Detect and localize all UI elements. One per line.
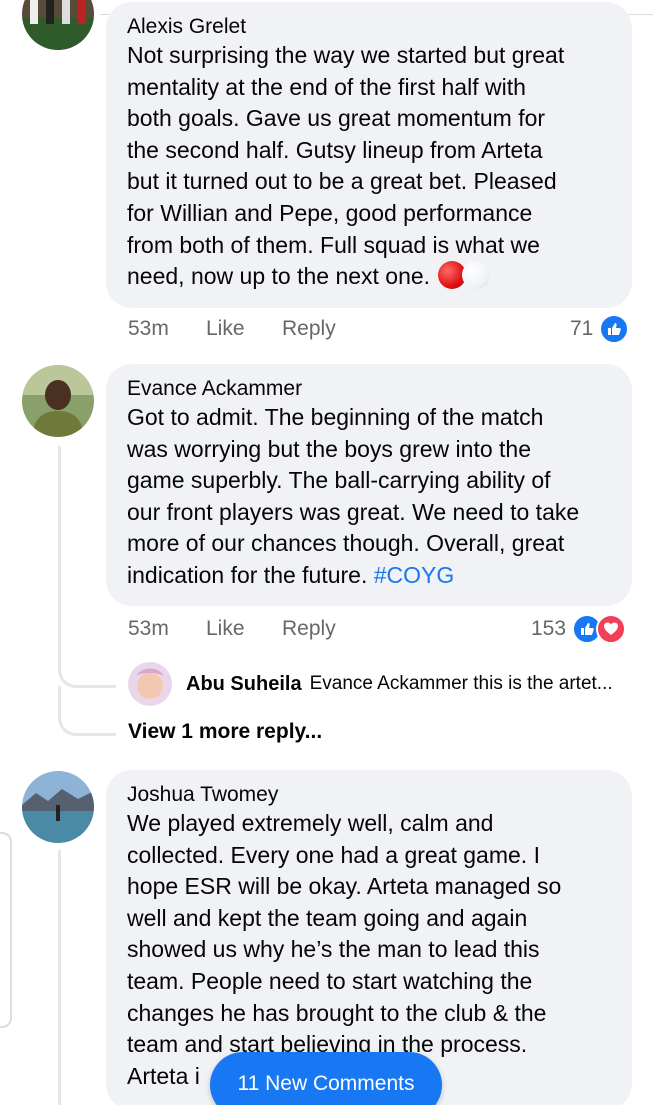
comment-line: Got to admit. The beginning of the match xyxy=(127,404,544,430)
reply-author[interactable]: Abu Suheila xyxy=(186,673,302,696)
comment-line: our front players was great. We need to … xyxy=(127,498,580,525)
avatar-abu-suheila[interactable] xyxy=(128,662,172,706)
avatar-image xyxy=(128,662,172,706)
comment-line: both goals. Gave us great momentum for xyxy=(127,105,546,132)
thread-connector-elbow xyxy=(58,660,116,688)
comment-line-text: indication for the future. xyxy=(127,561,368,588)
thread-connector-elbow xyxy=(58,686,116,736)
reaction-count: 153 xyxy=(531,617,567,640)
reply-button[interactable]: Reply xyxy=(282,316,336,342)
comment-line: for Willian and Pepe, good performance xyxy=(127,199,533,226)
avatar-image xyxy=(22,365,94,437)
comment-text: Got to admit. The beginning of the match… xyxy=(127,402,612,592)
comment-line: was worrying but the boys grew into the xyxy=(127,435,531,462)
avatar-image xyxy=(22,771,94,843)
comment-line: changes he has brought to the club & the xyxy=(127,999,547,1026)
comment-line: need, now up to the next one. xyxy=(127,261,612,293)
comment-line: showed us why he’s the man to lead this xyxy=(127,936,540,963)
comment-line: hope ESR will be okay. Arteta managed so xyxy=(127,873,562,900)
like-reaction-icon xyxy=(599,314,630,344)
thread-connector xyxy=(58,850,61,1105)
comment-author[interactable]: Alexis Grelet xyxy=(127,14,612,40)
comment-line: but it turned out to be a great bet. Ple… xyxy=(127,168,557,195)
comment-bubble: Alexis Grelet Not surprising the way we … xyxy=(106,2,632,308)
reply-preview[interactable]: Abu Suheila Evance Ackammer this is the … xyxy=(128,662,613,706)
comment-author[interactable]: Evance Ackammer xyxy=(127,376,612,402)
comment-text: We played extremely well, calm and colle… xyxy=(127,808,612,1092)
avatar-joshua[interactable] xyxy=(22,771,94,843)
avatar-alexis[interactable] xyxy=(22,0,94,50)
comment-line-text: need, now up to the next one. xyxy=(127,263,431,290)
like-button[interactable]: Like xyxy=(206,616,245,642)
comment-line: well and kept the team going and again xyxy=(127,904,528,931)
reaction-summary[interactable]: 71 xyxy=(570,313,630,345)
comment-line: more of our chances though. Overall, gre… xyxy=(127,530,565,557)
comment-line: collected. Every one had a great game. I xyxy=(127,841,540,868)
comment-line: the second half. Gutsy lineup from Artet… xyxy=(127,136,543,163)
reply-button[interactable]: Reply xyxy=(282,616,336,642)
comment-line: mentality at the end of the first half w… xyxy=(127,73,526,100)
avatar-evance[interactable] xyxy=(22,365,94,437)
white-circle-emoji-icon xyxy=(462,261,491,290)
hashtag-link[interactable]: #COYG xyxy=(374,562,455,588)
comment-line: Not surprising the way we started but gr… xyxy=(127,42,565,68)
reaction-summary[interactable]: 153 xyxy=(531,613,627,645)
comment-line: from both of them. Full squad is what we xyxy=(127,231,540,258)
like-button[interactable]: Like xyxy=(206,316,245,342)
comment-line: game superbly. The ball-carrying ability… xyxy=(127,467,551,494)
reaction-count: 71 xyxy=(570,317,594,340)
comment-bubble: Evance Ackammer Got to admit. The beginn… xyxy=(106,364,632,606)
comment-line: team. People need to start watching the xyxy=(127,967,533,994)
reply-text: Evance Ackammer this is the artet... xyxy=(309,673,613,694)
avatar-image xyxy=(22,0,94,50)
thread-connector xyxy=(58,446,61,666)
comment-timestamp[interactable]: 53m xyxy=(128,316,169,342)
side-panel-edge xyxy=(0,832,12,1028)
love-reaction-icon xyxy=(596,614,627,644)
new-comments-button[interactable]: 11 New Comments xyxy=(210,1052,442,1105)
comment-author[interactable]: Joshua Twomey xyxy=(127,782,612,808)
comment-line: We played extremely well, calm and xyxy=(127,810,494,836)
view-more-replies-link[interactable]: View 1 more reply... xyxy=(128,720,322,744)
comment-timestamp[interactable]: 53m xyxy=(128,616,169,642)
comment-text: Not surprising the way we started but gr… xyxy=(127,40,612,293)
comment-line: indication for the future. #COYG xyxy=(127,560,612,592)
